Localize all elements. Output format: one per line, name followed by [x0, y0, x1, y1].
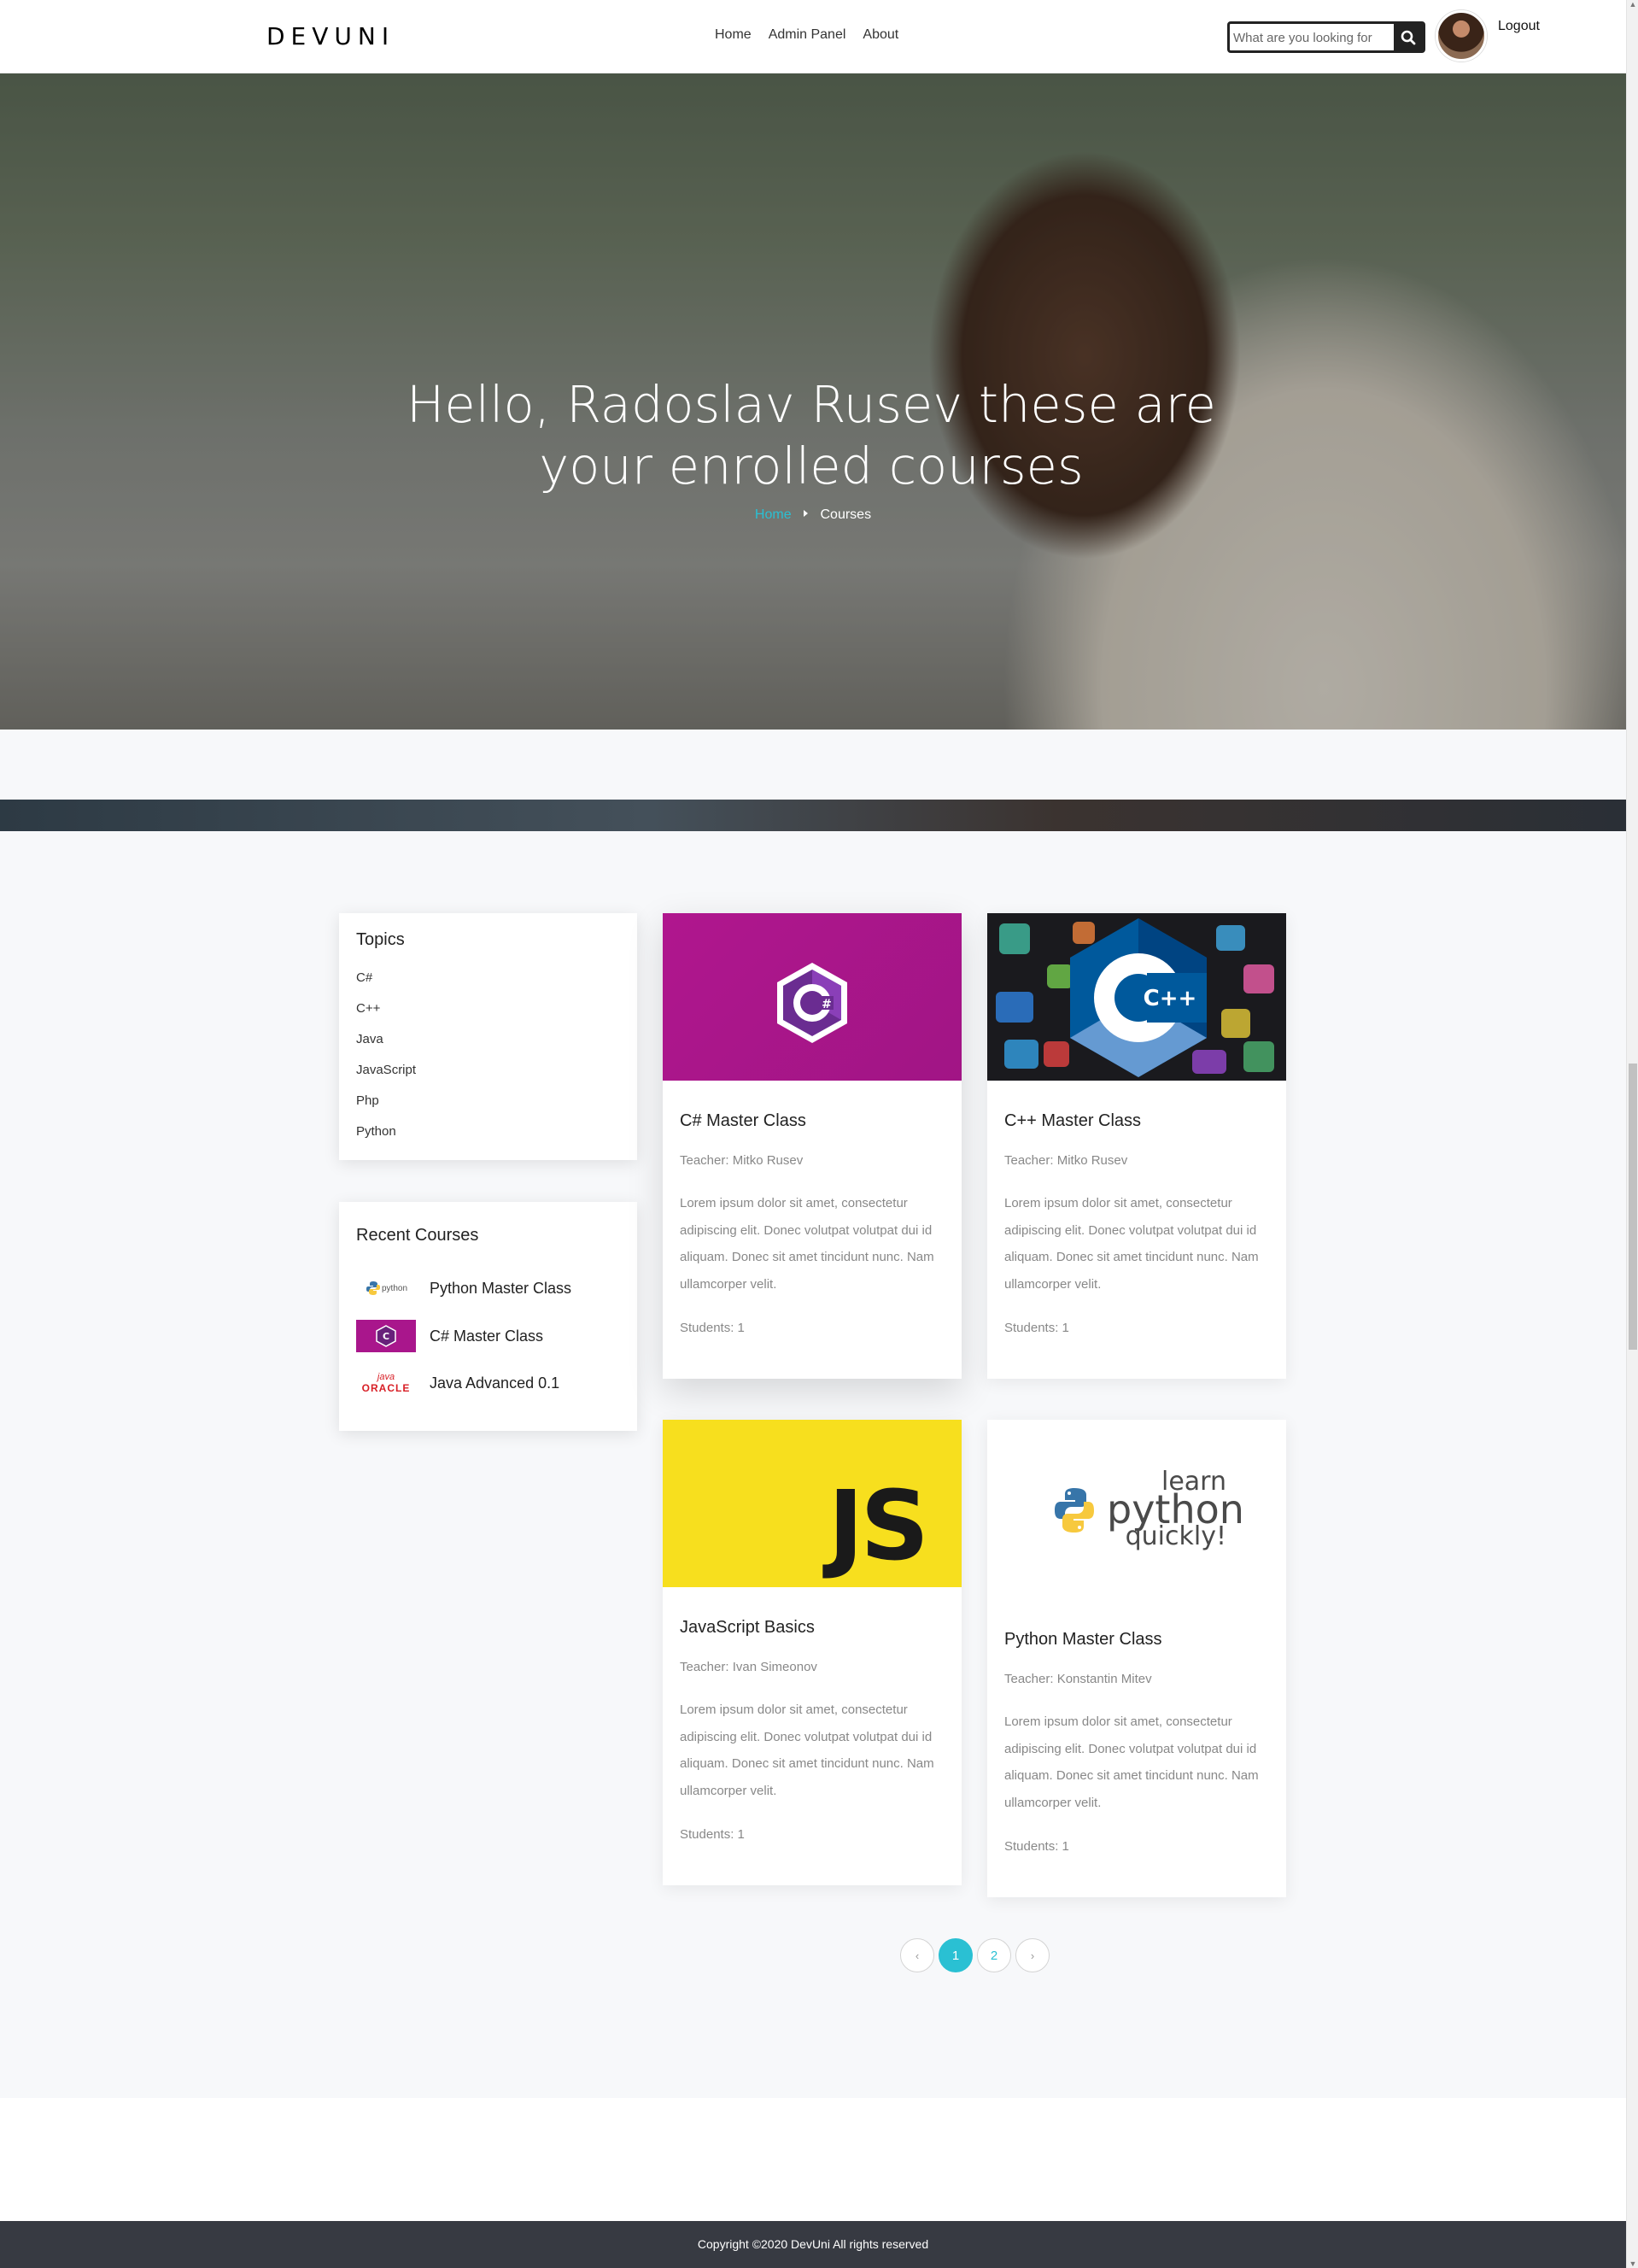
course-description: Lorem ipsum dolor sit amet, consectetur … — [1004, 1714, 1259, 1810]
search-box — [1227, 21, 1425, 53]
python-thumb-text: python — [381, 1283, 408, 1293]
java-oracle-icon: java ORACLE — [356, 1364, 416, 1402]
recent-courses-title: Recent Courses — [356, 1226, 479, 1245]
topics-title: Topics — [356, 930, 405, 949]
pagination-page-2[interactable]: 2 — [977, 1938, 1011, 1972]
topic-item[interactable]: JavaScript — [356, 1063, 620, 1093]
nav-about-link[interactable]: About — [863, 27, 898, 43]
course-image-cpp: C++ — [987, 913, 1286, 1081]
pagination: ‹ 1 2 › — [900, 1938, 1050, 1972]
topic-item[interactable]: Php — [356, 1093, 620, 1124]
cpp-logo-text: C++ — [1144, 986, 1197, 1011]
course-card[interactable]: learn python quickly! Python Master Clas… — [987, 1420, 1286, 1897]
course-card[interactable]: JS JavaScript Basics Teacher: Ivan Simeo… — [663, 1420, 962, 1885]
course-students: Students: 1 — [1004, 1321, 1069, 1335]
main-nav: Home Admin Panel About — [715, 27, 898, 43]
course-image-js: JS — [663, 1420, 962, 1587]
recent-course-item[interactable]: C C# Master Class — [356, 1320, 543, 1352]
scroll-up-arrow-icon[interactable]: ▲ — [1627, 0, 1638, 9]
footer-copyright: Copyright ©2020 DevUni All rights reserv… — [697, 2237, 929, 2251]
breadcrumb-home-link[interactable]: Home — [755, 507, 792, 522]
python-icon: python — [356, 1272, 416, 1304]
course-card[interactable]: C++ C++ Master Class Teacher: Mitko Ruse… — [987, 913, 1286, 1379]
course-teacher: Teacher: Ivan Simeonov — [680, 1660, 817, 1674]
course-title[interactable]: Python Master Class — [1004, 1630, 1269, 1650]
search-button[interactable] — [1394, 24, 1423, 50]
recent-course-item[interactable]: java ORACLE Java Advanced 0.1 — [356, 1364, 559, 1402]
course-teacher: Teacher: Mitko Rusev — [680, 1153, 804, 1168]
oracle-brand-text: ORACLE — [361, 1382, 411, 1394]
page-scrollbar[interactable]: ▲ ▼ — [1626, 0, 1638, 2268]
recent-courses-widget: Recent Courses python Python Master Clas… — [339, 1202, 637, 1431]
svg-text:#: # — [822, 998, 832, 1011]
java-brand-text: java — [377, 1372, 395, 1382]
course-students: Students: 1 — [680, 1321, 745, 1335]
course-students: Students: 1 — [680, 1827, 745, 1842]
footer: Copyright ©2020 DevUni All rights reserv… — [0, 2221, 1626, 2268]
logo-line-quickly: quickly! — [1125, 1521, 1226, 1551]
course-description: Lorem ipsum dolor sit amet, consectetur … — [680, 1196, 934, 1292]
python-logo-icon — [1055, 1488, 1094, 1533]
pagination-prev-button[interactable]: ‹ — [900, 1938, 934, 1972]
footer-spacer — [0, 2098, 1626, 2221]
scroll-down-arrow-icon[interactable]: ▼ — [1627, 2259, 1638, 2268]
nav-home-link[interactable]: Home — [715, 27, 752, 43]
course-title[interactable]: C# Master Class — [680, 1111, 945, 1131]
recent-course-item[interactable]: python Python Master Class — [356, 1272, 571, 1304]
course-description: Lorem ipsum dolor sit amet, consectetur … — [680, 1702, 934, 1798]
breadcrumb: Home Courses — [0, 507, 1626, 523]
topic-item[interactable]: C++ — [356, 1001, 620, 1032]
pagination-page-1[interactable]: 1 — [939, 1938, 973, 1972]
course-teacher: Teacher: Konstantin Mitev — [1004, 1672, 1152, 1686]
svg-text:C: C — [383, 1331, 389, 1342]
course-teacher: Teacher: Mitko Rusev — [1004, 1153, 1128, 1168]
csharp-logo-icon: # — [777, 963, 847, 1043]
nav-admin-panel-link[interactable]: Admin Panel — [769, 27, 846, 43]
topics-widget: Topics C# C++ Java JavaScript Php Python — [339, 913, 637, 1160]
breadcrumb-separator-icon — [804, 510, 809, 517]
hero-banner: Hello, Radoslav Rusev these are your enr… — [0, 73, 1626, 730]
course-students: Students: 1 — [1004, 1839, 1069, 1854]
recent-course-title: C# Master Class — [430, 1327, 544, 1345]
topic-item[interactable]: Java — [356, 1032, 620, 1063]
decorative-strip — [0, 800, 1626, 831]
topics-list: C# C++ Java JavaScript Php Python — [356, 970, 620, 1155]
cpp-logo-icon: C++ — [1070, 918, 1207, 1077]
site-logo[interactable]: DEVUNI — [266, 22, 395, 50]
course-image-csharp: # — [663, 913, 962, 1081]
course-title[interactable]: C++ Master Class — [1004, 1111, 1269, 1131]
topic-item[interactable]: Python — [356, 1124, 620, 1155]
topic-item[interactable]: C# — [356, 970, 620, 1001]
recent-course-title: Python Master Class — [430, 1279, 572, 1297]
hero-title: Hello, Radoslav Rusev these are your enr… — [407, 375, 1216, 495]
breadcrumb-current: Courses — [820, 507, 872, 522]
logout-link[interactable]: Logout — [1498, 19, 1540, 34]
course-description: Lorem ipsum dolor sit amet, consectetur … — [1004, 1196, 1259, 1292]
scrollbar-thumb[interactable] — [1629, 1064, 1637, 1350]
learn-python-quickly-text: learn python quickly! — [1107, 1469, 1244, 1551]
pagination-next-button[interactable]: › — [1015, 1938, 1050, 1972]
user-avatar[interactable] — [1436, 10, 1487, 62]
course-image-python: learn python quickly! — [987, 1420, 1286, 1599]
js-logo-icon: JS — [828, 1471, 929, 1582]
csharp-icon: C — [356, 1320, 416, 1352]
top-navbar: DEVUNI Home Admin Panel About Logout — [0, 0, 1626, 73]
search-icon — [1401, 30, 1416, 44]
recent-course-title: Java Advanced 0.1 — [430, 1374, 560, 1392]
course-card[interactable]: # C# Master Class Teacher: Mitko Rusev L… — [663, 913, 962, 1379]
search-input[interactable] — [1233, 27, 1394, 48]
course-title[interactable]: JavaScript Basics — [680, 1618, 945, 1638]
